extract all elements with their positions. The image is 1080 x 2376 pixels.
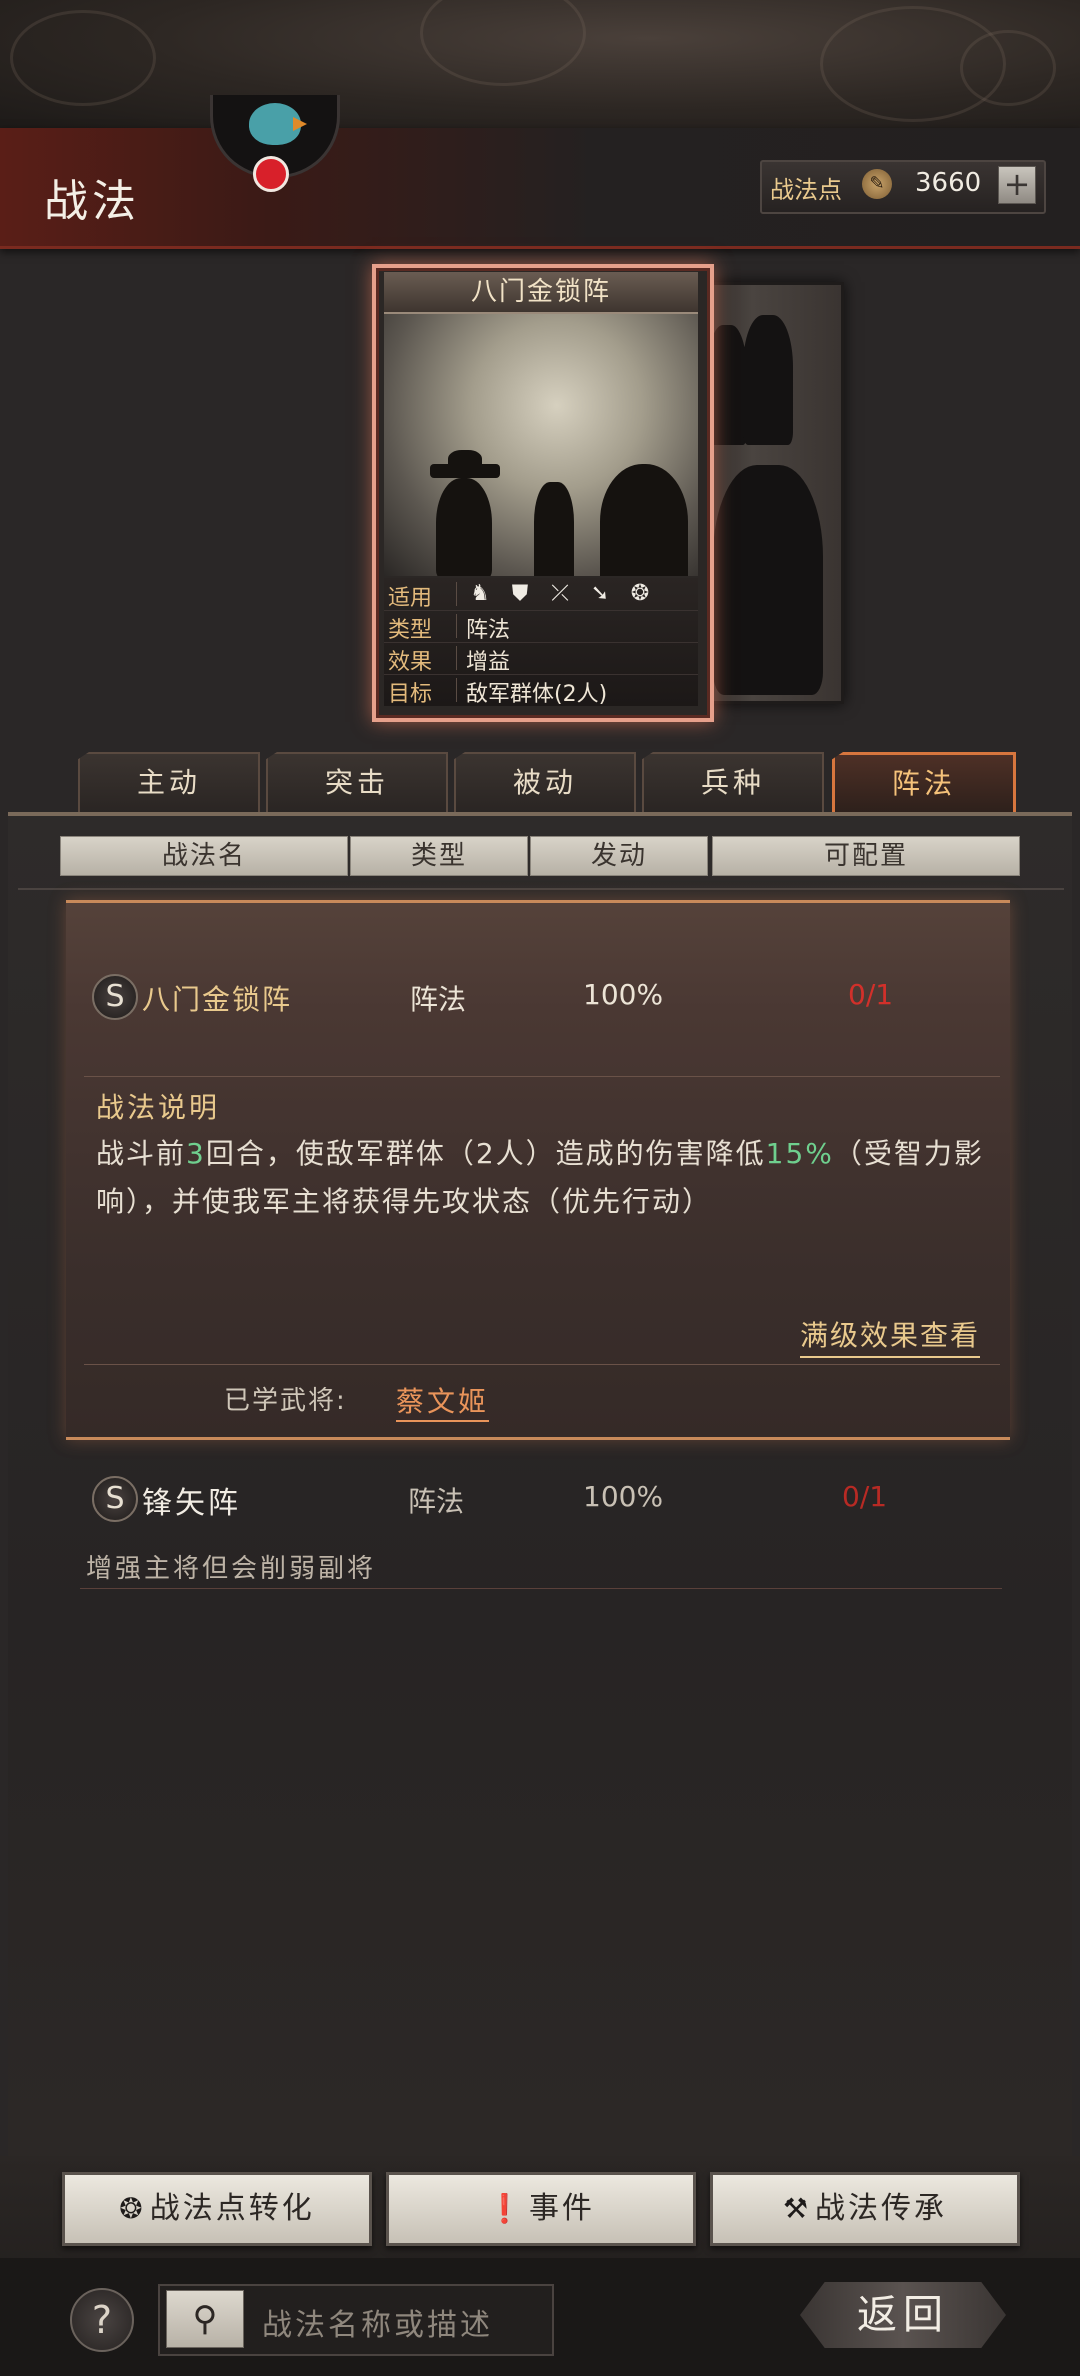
tab-troop[interactable]: 兵种 <box>642 752 824 812</box>
feather-coin-icon: ✎ <box>862 169 892 199</box>
search-placeholder: 战法名称或描述 <box>262 2308 493 2343</box>
column-header-trigger[interactable]: 发动 <box>530 836 708 876</box>
convert-points-button[interactable]: ❂ 战法点转化 <box>62 2172 372 2246</box>
tab-assault[interactable]: 突击 <box>266 752 448 812</box>
learned-generals-label: 已学武将: <box>224 1386 347 1416</box>
info-value: 增益 <box>466 650 511 675</box>
grade-badge: S <box>92 974 138 1020</box>
tactic-rate: 100% <box>583 1480 664 1513</box>
info-value: 敌军群体(2人) <box>466 682 608 707</box>
max-level-effect-link[interactable]: 满级效果查看 <box>800 1314 981 1358</box>
percent-highlight: 15% <box>765 1137 834 1170</box>
troop-type-icons: ♞ ⛊ ⤫ ➘ ❂ <box>466 581 654 607</box>
tab-passive[interactable]: 被动 <box>454 752 636 812</box>
column-header-name[interactable]: 战法名 <box>60 836 348 876</box>
event-button[interactable]: ❗ 事件 <box>386 2172 696 2246</box>
tactic-config-count: 0/1 <box>842 1480 888 1513</box>
info-value: 阵法 <box>466 618 511 643</box>
tactic-name[interactable]: 锋矢阵 <box>142 1478 241 1522</box>
tactic-rate: 100% <box>583 978 664 1011</box>
points-label: 战法点 <box>770 176 842 204</box>
tab-active-skill[interactable]: 主动 <box>78 752 260 812</box>
page-title: 战法 <box>44 176 140 227</box>
flame-icon: ❂ <box>119 2192 146 2225</box>
column-header-type[interactable]: 类型 <box>350 836 528 876</box>
grade-badge: S <box>92 1476 138 1522</box>
card-artwork <box>384 314 698 576</box>
card-info-panel: 适用 ♞ ⛊ ⤫ ➘ ❂ 类型 阵法 效果 增益 目标 敌军群体(2人) <box>384 578 698 707</box>
description-text: 战斗前3回合，使敌军群体（2人）造成的伤害降低15%（受智力影响），并使我军主将… <box>96 1137 984 1218</box>
help-button[interactable]: ? <box>70 2288 134 2352</box>
divider <box>18 888 1064 890</box>
card-info-row: 目标 敌军群体(2人) <box>384 674 698 707</box>
search-icon: ⚲ <box>192 2299 218 2339</box>
description-title: 战法说明 <box>96 1091 221 1124</box>
shield-icon: ⛊ <box>511 581 529 606</box>
tactic-type: 阵法 <box>410 983 467 1016</box>
top-decor-band <box>0 0 1080 128</box>
info-key: 效果 <box>388 650 433 675</box>
search-button[interactable]: ⚲ <box>166 2290 244 2348</box>
rounds-highlight: 3 <box>186 1137 206 1170</box>
add-points-button[interactable]: + <box>998 166 1036 204</box>
divider <box>80 1588 1002 1589</box>
divider <box>84 1076 1000 1077</box>
hammer-icon: ⚒ <box>782 2192 812 2225</box>
learned-general-link[interactable]: 蔡文姬 <box>396 1380 490 1422</box>
card-info-row: 效果 增益 <box>384 642 698 675</box>
notification-dot <box>253 156 289 192</box>
inherit-tactic-button[interactable]: ⚒ 战法传承 <box>710 2172 1020 2246</box>
alert-icon: ❗ <box>487 2192 525 2225</box>
siege-icon: ❂ <box>630 581 650 606</box>
back-button[interactable]: 返回 <box>800 2282 1006 2348</box>
info-key: 适用 <box>388 586 433 611</box>
spear-icon: ➘ <box>590 581 610 606</box>
tactic-config-count: 0/1 <box>848 978 894 1011</box>
archer-icon: ⤫ <box>551 581 569 606</box>
tab-formation[interactable]: 阵法 <box>832 752 1016 813</box>
tactic-name: 八门金锁阵 <box>142 983 293 1016</box>
card-info-row: 适用 ♞ ⛊ ⤫ ➘ ❂ <box>384 578 698 611</box>
card-title: 八门金锁阵 <box>384 272 698 314</box>
info-key: 目标 <box>388 682 433 707</box>
tactic-summary: 增强主将但会削弱副将 <box>86 1554 377 1584</box>
cavalry-icon: ♞ <box>470 581 490 606</box>
card-info-row: 类型 阵法 <box>384 610 698 643</box>
column-header-config[interactable]: 可配置 <box>712 836 1020 876</box>
info-key: 类型 <box>388 618 433 643</box>
divider <box>84 1364 1000 1365</box>
points-value: 3660 <box>915 168 982 198</box>
tactic-type: 阵法 <box>408 1485 465 1518</box>
